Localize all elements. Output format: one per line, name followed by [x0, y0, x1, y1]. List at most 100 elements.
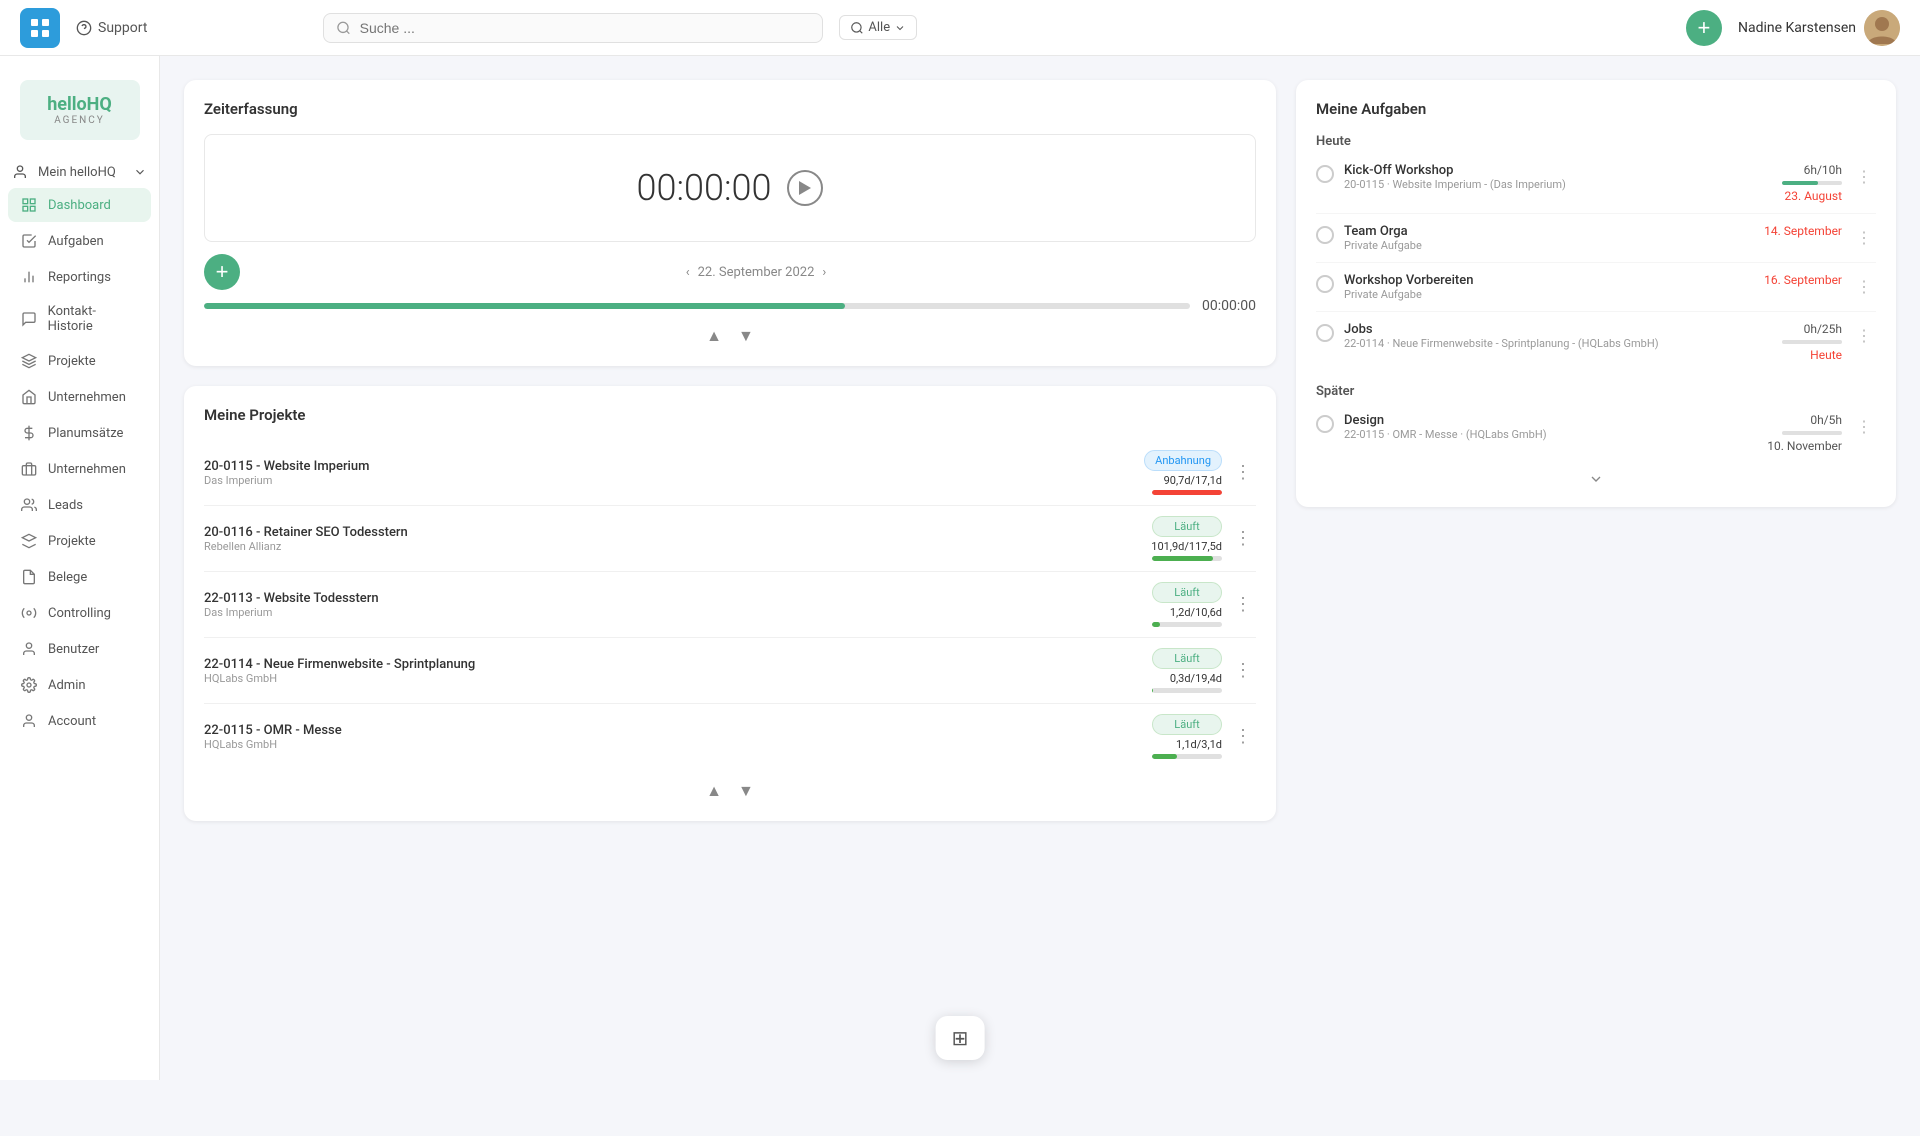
sidebar-item-account[interactable]: Account — [8, 704, 151, 738]
timer-add-button[interactable]: + — [204, 254, 240, 290]
search-input[interactable] — [360, 20, 811, 36]
sidebar-item-kontakt-historie[interactable]: Kontakt-Historie — [8, 296, 151, 342]
project-bar-fill — [1152, 490, 1222, 495]
project-bar — [1152, 490, 1222, 495]
task-menu-button[interactable]: ⋮ — [1852, 275, 1876, 298]
sidebar-item-benutzer[interactable]: Benutzer — [8, 632, 151, 666]
tasks-heute-list: Kick-Off Workshop 20-0115 · Website Impe… — [1316, 153, 1876, 372]
task-menu-button[interactable]: ⋮ — [1852, 165, 1876, 188]
sidebar-item-leads[interactable]: Leads — [8, 488, 151, 522]
sidebar-item-projekte[interactable]: Projekte — [8, 524, 151, 558]
project-menu-button[interactable]: ⋮ — [1230, 590, 1256, 619]
projects-expand-button[interactable]: ▼ — [738, 781, 754, 801]
project-client: HQLabs GmbH — [204, 738, 1134, 751]
prev-date-button[interactable]: ‹ — [686, 265, 690, 280]
project-client: HQLabs GmbH — [204, 672, 1134, 685]
sidebar-item-belege[interactable]: Belege — [8, 560, 151, 594]
project-bar-col: Läuft 1,1d/3,1d — [1142, 714, 1222, 759]
task-checkbox[interactable] — [1316, 226, 1334, 244]
timer-total-time: 00:00:00 — [1202, 298, 1256, 314]
sidebar-item-planumsatze[interactable]: Planumsätze — [8, 416, 151, 450]
project-row: 20-0115 - Website Imperium Das Imperium … — [204, 440, 1256, 506]
search-filter-dropdown[interactable]: Alle — [839, 15, 917, 40]
filter-label: Alle — [868, 20, 890, 35]
next-date-button[interactable]: › — [822, 265, 826, 280]
sidebar-item-label: Unternehmen — [48, 462, 126, 477]
sidebar-logo: helloHQ AGENCY — [0, 72, 159, 156]
project-menu-button[interactable]: ⋮ — [1230, 656, 1256, 685]
task-menu-button[interactable]: ⋮ — [1852, 324, 1876, 347]
task-sub: Private Aufgabe — [1344, 239, 1754, 252]
sidebar-item-unternehmen-top[interactable]: Unternehmen — [8, 380, 151, 414]
sidebar-mein-hellohq[interactable]: Mein helloHQ — [0, 156, 159, 188]
project-info: 22-0114 - Neue Firmenwebsite - Sprintpla… — [204, 657, 1134, 685]
zeiterfassung-card: Zeiterfassung 00:00:00 + ‹ 22. September… — [184, 80, 1276, 366]
add-button[interactable]: + — [1686, 10, 1722, 46]
play-button[interactable] — [787, 170, 823, 206]
user-name: Nadine Karstensen — [1738, 20, 1856, 36]
projects-collapse-button[interactable]: ▲ — [706, 781, 722, 801]
sidebar-item-label: Planumsätze — [48, 426, 123, 441]
project-client: Das Imperium — [204, 606, 1134, 619]
project-menu-button[interactable]: ⋮ — [1230, 524, 1256, 553]
search-container — [323, 13, 823, 43]
task-name: Kick-Off Workshop — [1344, 163, 1772, 178]
task-checkbox[interactable] — [1316, 324, 1334, 342]
tasks-expand-button[interactable] — [1316, 471, 1876, 487]
timer-progress-fill — [204, 303, 845, 309]
app-logo[interactable] — [20, 8, 60, 48]
project-bar-fill — [1152, 754, 1177, 759]
task-time: 0h/25h — [1804, 322, 1842, 336]
meine-projekte-title: Meine Projekte — [204, 406, 1256, 424]
task-name: Design — [1344, 413, 1757, 428]
sidebar-item-label: Belege — [48, 570, 87, 585]
sidebar: helloHQ AGENCY Mein helloHQ Dashboard Au… — [0, 56, 160, 1080]
project-client: Rebellen Allianz — [204, 540, 1134, 553]
sidebar-item-label: Projekte — [48, 354, 96, 369]
project-row: 22-0114 - Neue Firmenwebsite - Sprintpla… — [204, 638, 1256, 704]
sidebar-item-aufgaben[interactable]: Aufgaben — [8, 224, 151, 258]
dashboard-icon — [20, 196, 38, 214]
brand-name: helloHQ — [47, 94, 112, 115]
dock-grid-icon[interactable]: ⊞ — [952, 1026, 969, 1050]
sidebar-item-reportings[interactable]: Reportings — [8, 260, 151, 294]
sidebar-item-controlling[interactable]: Controlling — [8, 596, 151, 630]
task-name: Team Orga — [1344, 224, 1754, 239]
user-menu[interactable]: Nadine Karstensen — [1738, 10, 1900, 46]
projects-arrows: ▲ ▼ — [204, 781, 1256, 801]
project-bar-fill — [1152, 622, 1160, 627]
sidebar-item-label: Aufgaben — [48, 234, 104, 249]
project-row: 22-0115 - OMR - Messe HQLabs GmbH Läuft … — [204, 704, 1256, 769]
task-date: 16. September — [1764, 273, 1842, 287]
collapse-up-button[interactable]: ▲ — [706, 326, 722, 346]
task-menu-button[interactable]: ⋮ — [1852, 226, 1876, 249]
meine-projekte-card: Meine Projekte 20-0115 - Website Imperiu… — [184, 386, 1276, 821]
sidebar-item-unternehmen[interactable]: Unternehmen — [8, 452, 151, 486]
person-icon — [12, 164, 28, 180]
task-name: Jobs — [1344, 322, 1772, 337]
task-menu-button[interactable]: ⋮ — [1852, 415, 1876, 438]
expand-down-button[interactable]: ▼ — [738, 326, 754, 346]
sidebar-item-projekte-top[interactable]: Projekte — [8, 344, 151, 378]
support-label: Support — [98, 20, 147, 36]
task-date: 10. November — [1767, 439, 1842, 453]
sidebar-mein-left: Mein helloHQ — [12, 164, 116, 180]
project-status: Läuft — [1152, 714, 1222, 735]
task-right: 16. September — [1764, 273, 1842, 287]
benutzer-icon — [20, 640, 38, 658]
timer-value: 00:00:00 — [637, 167, 772, 209]
project-menu-button[interactable]: ⋮ — [1230, 722, 1256, 751]
tasks-spaeter-list: Design 22-0115 · OMR - Messe · (HQLabs G… — [1316, 403, 1876, 463]
sidebar-item-dashboard[interactable]: Dashboard — [8, 188, 151, 222]
sidebar-nav: Dashboard Aufgaben Reportings Kontakt-Hi… — [0, 188, 159, 1064]
task-row: Team Orga Private Aufgabe 14. September … — [1316, 214, 1876, 263]
task-info: Workshop Vorbereiten Private Aufgabe — [1344, 273, 1754, 301]
project-menu-button[interactable]: ⋮ — [1230, 458, 1256, 487]
task-row: Kick-Off Workshop 20-0115 · Website Impe… — [1316, 153, 1876, 214]
task-checkbox[interactable] — [1316, 415, 1334, 433]
support-link[interactable]: Support — [76, 20, 147, 36]
task-checkbox[interactable] — [1316, 275, 1334, 293]
sidebar-item-admin[interactable]: Admin — [8, 668, 151, 702]
project-name: 22-0115 - OMR - Messe — [204, 723, 1134, 738]
task-checkbox[interactable] — [1316, 165, 1334, 183]
